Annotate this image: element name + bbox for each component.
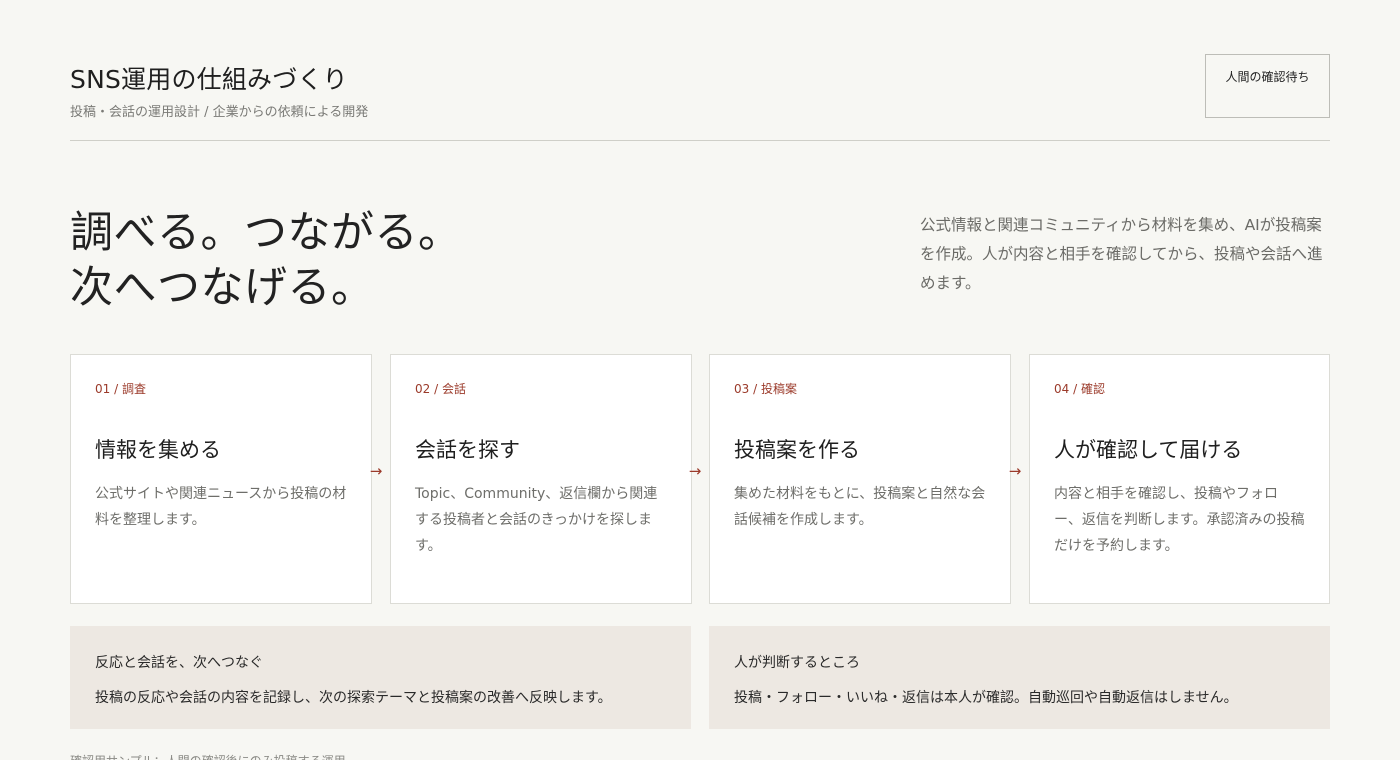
step-label: 03 / 投稿案 <box>734 382 797 396</box>
step-card-draft: 03 / 投稿案 投稿案を作る 集めた材料をもとに、投稿案と自然な会話候補を作成… <box>709 354 1011 604</box>
hero-description: 公式情報と関連コミュニティから材料を集め、AIが投稿案を作成。人が内容と相手を確… <box>920 216 1323 292</box>
arrow-right-icon: → <box>1008 462 1022 480</box>
step-card-conversation: 02 / 会話 会話を探す Topic、Community、返信欄から関連する投… <box>390 354 692 604</box>
hero-heading-line1: 調べる。つながる。 <box>70 208 462 258</box>
step-title: 会話を探す <box>415 438 520 462</box>
step-card-research: 01 / 調査 情報を集める 公式サイトや関連ニュースから投稿の材料を整理します… <box>70 354 372 604</box>
page-header: SNS運用の仕組みづくり 投稿・会話の運用設計 / 企業からの依頼による開発 人… <box>70 54 1330 141</box>
step-card-review: 04 / 確認 人が確認して届ける 内容と相手を確認し、投稿やフォロー、返信を判… <box>1029 354 1330 604</box>
page-subtitle: 投稿・会話の運用設計 / 企業からの依頼による開発 <box>70 105 369 120</box>
step-title: 投稿案を作る <box>734 438 860 462</box>
info-panel-title: 反応と会話を、次へつなぐ <box>95 655 263 671</box>
info-panel-text: 投稿の反応や会話の内容を記録し、次の探索テーマと投稿案の改善へ反映します。 <box>95 690 612 706</box>
status-badge: 人間の確認待ち <box>1205 54 1330 118</box>
step-label: 02 / 会話 <box>415 382 466 396</box>
page-title: SNS運用の仕組みづくり <box>70 65 348 94</box>
step-description: 公式サイトや関連ニュースから投稿の材料を整理します。 <box>95 486 347 528</box>
footnote: 確認用サンプル：人間の確認後にのみ投稿する運用 <box>70 752 346 760</box>
page: SNS運用の仕組みづくり 投稿・会話の運用設計 / 企業からの依頼による開発 人… <box>0 0 1400 760</box>
hero-heading-line2: 次へつなげる。 <box>70 263 375 313</box>
arrow-right-icon: → <box>688 462 702 480</box>
step-description: 集めた材料をもとに、投稿案と自然な会話候補を作成します。 <box>734 486 986 528</box>
hero-heading: 調べる。つながる。 次へつなげる。 <box>70 206 462 316</box>
step-title: 人が確認して届ける <box>1054 438 1243 462</box>
info-panel-title: 人が判断するところ <box>734 655 860 671</box>
info-panel-human-judgment: 人が判断するところ 投稿・フォロー・いいね・返信は本人が確認。自動巡回や自動返信… <box>709 626 1330 729</box>
info-panel-feedback: 反応と会話を、次へつなぐ 投稿の反応や会話の内容を記録し、次の探索テーマと投稿案… <box>70 626 691 729</box>
steps-section: 01 / 調査 情報を集める 公式サイトや関連ニュースから投稿の材料を整理します… <box>70 354 1330 604</box>
step-label: 01 / 調査 <box>95 382 146 396</box>
arrow-right-icon: → <box>369 462 383 480</box>
step-title: 情報を集める <box>95 438 221 462</box>
step-label: 04 / 確認 <box>1054 382 1105 396</box>
step-description: Topic、Community、返信欄から関連する投稿者と会話のきっかけを探しま… <box>415 486 658 554</box>
info-panel-text: 投稿・フォロー・いいね・返信は本人が確認。自動巡回や自動返信はしません。 <box>734 690 1238 706</box>
step-description: 内容と相手を確認し、投稿やフォロー、返信を判断します。承認済みの投稿だけを予約し… <box>1054 486 1305 554</box>
